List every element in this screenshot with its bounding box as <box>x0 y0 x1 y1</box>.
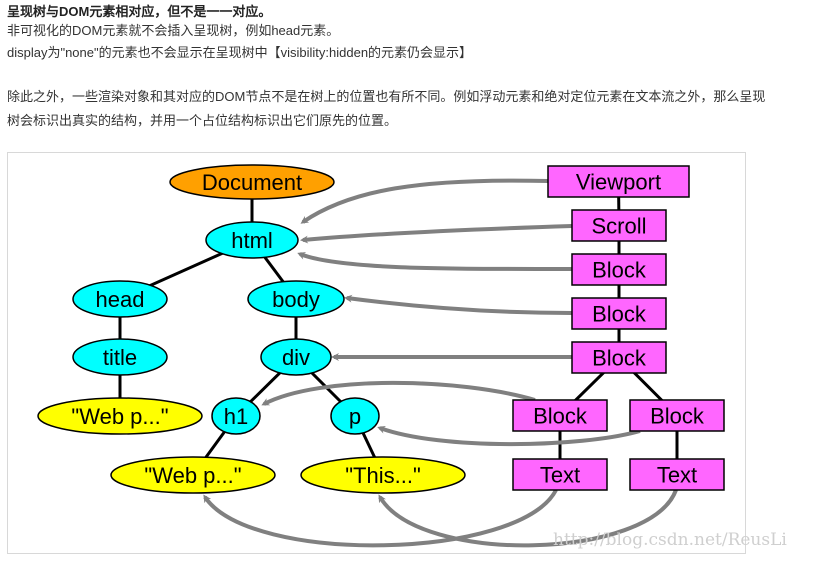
dom-node-head: head <box>72 280 168 318</box>
dom-node-label: Document <box>202 170 302 195</box>
render-node-label: Block <box>533 404 588 429</box>
dom-node-h1: h1 <box>211 397 261 435</box>
render-node-label: Viewport <box>576 170 661 195</box>
mapping-arrow-scroll-to-html <box>300 224 573 244</box>
dom-node-title_text: "Web p..." <box>37 397 203 435</box>
render-tree-diagram: Document html head body title div "Web p..." h1… <box>37 164 725 548</box>
render-node-label: Text <box>657 463 697 488</box>
dom-node-label: head <box>96 287 145 312</box>
render-node-block4: Block <box>512 399 608 432</box>
dom-node-p_text: "This..." <box>300 456 466 494</box>
dom-node-label: div <box>282 345 310 370</box>
dom-node-label: "Web p..." <box>71 404 168 429</box>
render-node-label: Scroll <box>591 214 646 239</box>
dom-node-html: html <box>205 221 299 259</box>
render-node-scroll: Scroll <box>571 209 667 242</box>
render-node-text1: Text <box>512 458 608 491</box>
tree-nodes: Document html head body title div "Web p..." h1… <box>37 164 725 494</box>
dom-node-label: "Web p..." <box>144 463 241 488</box>
render-node-label: Block <box>650 404 705 429</box>
dom-node-label: "This..." <box>345 463 421 488</box>
mapping-arrow-viewport-to-html <box>300 178 549 224</box>
render-node-viewport: Viewport <box>547 165 690 198</box>
render-node-text2: Text <box>629 458 725 491</box>
dom-node-body: body <box>247 280 345 318</box>
dom-node-document: Document <box>169 164 335 200</box>
watermark: http://blog.csdn.net/ReusLi <box>553 530 787 550</box>
mapping-arrow-block1-to-html <box>297 252 573 272</box>
dom-node-p: p <box>330 397 380 435</box>
dom-node-label: p <box>349 404 361 429</box>
render-node-label: Block <box>592 258 647 283</box>
dom-node-h1_text: "Web p..." <box>110 456 276 494</box>
dom-node-label: body <box>272 287 320 312</box>
render-node-block5: Block <box>629 399 725 432</box>
render-node-block2: Block <box>571 297 667 330</box>
render-node-label: Block <box>592 346 647 371</box>
render-node-label: Text <box>540 463 580 488</box>
render-node-block1: Block <box>571 253 667 286</box>
render-node-block3: Block <box>571 341 667 374</box>
dom-node-div: div <box>260 338 332 376</box>
dom-node-label: h1 <box>224 404 248 429</box>
mapping-arrow-block4-to-h1 <box>261 380 536 406</box>
dom-node-title: title <box>72 338 168 376</box>
dom-node-label: html <box>231 228 273 253</box>
render-node-label: Block <box>592 302 647 327</box>
dom-node-label: title <box>103 345 137 370</box>
mapping-arrow-block2-to-body <box>344 294 573 315</box>
